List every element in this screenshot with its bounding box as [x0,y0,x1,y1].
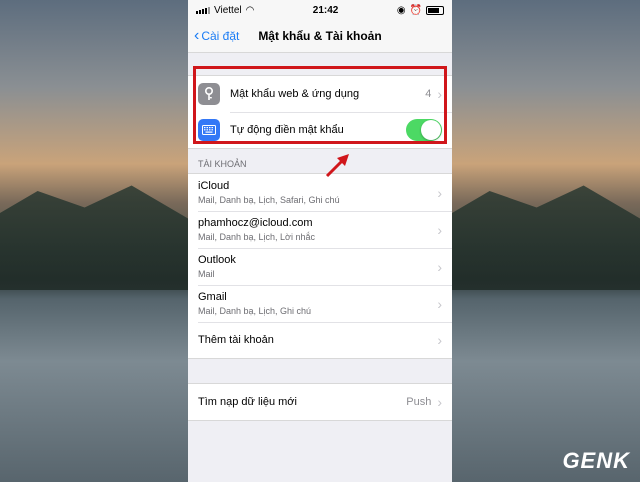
chevron-right-icon: › [437,221,442,238]
account-row-icloud[interactable]: iCloud Mail, Danh bạ, Lịch, Safari, Ghi … [188,174,452,211]
background-right [452,0,640,482]
account-subtitle: Mail, Danh bạ, Lịch, Ghi chú [198,306,312,316]
back-label: Cài đặt [201,29,240,43]
chevron-right-icon: › [437,394,442,410]
signal-icon [196,6,210,14]
fetch-value: Push [406,396,432,408]
account-row-outlook[interactable]: Outlook Mail › [188,248,452,285]
accounts-group: iCloud Mail, Danh bạ, Lịch, Safari, Ghi … [188,173,452,359]
watermark-logo: GENK [562,448,630,473]
carrier-label: Viettel [214,4,242,16]
chevron-right-icon: › [437,332,442,348]
fetch-group: Tìm nạp dữ liệu mới Push › [188,383,452,421]
account-title: Gmail [198,291,227,303]
alarm-icon: ⏰ [409,4,422,16]
account-title: phamhocz@icloud.com [198,217,313,229]
status-bar: Viettel ◠ 21:42 ◉ ⏰ [188,0,452,20]
add-account-label: Thêm tài khoản [198,334,274,346]
chevron-right-icon: › [437,184,442,201]
add-account-row[interactable]: Thêm tài khoản › [188,322,452,358]
chevron-right-icon: › [437,258,442,275]
lock-rotation-icon: ◉ [396,4,406,16]
wifi-icon: ◠ [245,4,255,16]
chevron-left-icon: ‹ [194,27,200,44]
chevron-right-icon: › [437,295,442,312]
fetch-new-data-row[interactable]: Tìm nạp dữ liệu mới Push › [188,384,452,420]
clock: 21:42 [312,4,339,16]
navigation-bar: ‹ Cài đặt Mật khẩu & Tài khoản [188,20,452,53]
account-title: Outlook [198,254,236,266]
battery-icon [426,5,444,15]
account-row-gmail[interactable]: Gmail Mail, Danh bạ, Lịch, Ghi chú › [188,285,452,322]
account-subtitle: Mail, Danh bạ, Lịch, Safari, Ghi chú [198,195,340,205]
background-left [0,0,188,482]
back-button[interactable]: ‹ Cài đặt [194,28,239,44]
account-subtitle: Mail [198,269,215,279]
arrow-icon [325,154,349,178]
highlight-box [193,66,447,144]
account-subtitle: Mail, Danh bạ, Lịch, Lời nhắc [198,232,315,242]
accounts-section-header: TÀI KHOẢN [198,159,247,169]
account-row-icloud-email[interactable]: phamhocz@icloud.com Mail, Danh bạ, Lịch,… [188,211,452,248]
fetch-new-data-label: Tìm nạp dữ liệu mới [198,396,297,408]
account-title: iCloud [198,180,230,192]
